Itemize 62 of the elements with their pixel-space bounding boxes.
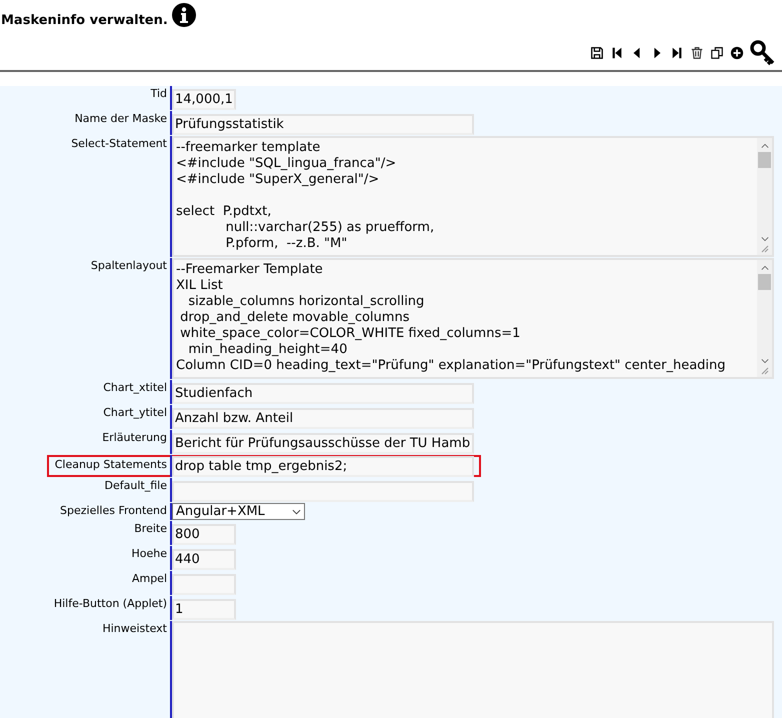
text-field[interactable]: 1 [172,599,236,620]
key-icon[interactable] [750,40,776,66]
field-label: Default_file [104,478,167,493]
text-field[interactable]: 800 [172,524,236,545]
resize-grip-icon[interactable] [760,367,768,375]
info-icon[interactable] [172,3,196,27]
code-line: XIL List [176,278,224,294]
save-icon[interactable] [590,46,604,60]
text-field[interactable]: Anzahl bzw. Anteil [172,408,474,429]
text-area[interactable] [172,258,774,379]
field-label: Chart_xtitel [103,380,167,395]
code-line: min_heading_height=40 [187,342,348,358]
code-line: drop_and_delete movable_columns [179,310,410,326]
text-field[interactable]: Studienfach [172,383,474,404]
last-record-icon[interactable] [670,46,684,60]
field-label: Hoehe [131,546,167,561]
resize-grip-icon[interactable] [760,245,768,253]
field-label: Hilfe-Button (Applet) [54,596,167,611]
field-label: Ampel [132,571,167,586]
code-line: <#include "SQL_lingua_franca"/> [176,156,398,172]
code-line: --freemarker template [176,140,322,156]
text-field[interactable]: Bericht für Prüfungsausschüsse der TU Hamb [172,433,474,454]
scroll-down-icon[interactable] [760,236,768,242]
code-line: white_space_color=COLOR_WHITE fixed_columns=1 [179,326,522,342]
code-line: --Freemarker Template [176,262,324,278]
text-field[interactable]: drop table tmp_ergebnis2; [172,456,474,476]
chevron-down-icon [292,508,301,514]
field-label: Cleanup Statements [46,455,170,477]
code-line: select P.pdtxt, [176,204,272,220]
code-line: sizable_columns horizontal_scrolling [187,294,426,310]
scroll-up-icon[interactable] [760,265,768,271]
text-field[interactable]: 440 [172,549,236,570]
field-label: Spezielles Frontend [60,503,167,518]
trash-icon[interactable] [690,46,704,60]
page-title: Maskeninfo verwalten. [1,13,168,29]
dropdown[interactable]: Angular+XML [172,503,305,520]
copy-icon[interactable] [710,46,724,60]
code-line: Column CID=0 heading_text="Prüfung" explanation="Prüfungstext" center_heading [176,358,727,374]
text-field[interactable]: 14,000,1 [172,89,236,110]
text-area[interactable]: --freemarker template <#include "SQL_lingua_franca"/> <#include "SuperX_general"/> select P.pdtxt, null::varchar(255) as pruefform, P.pform, --z.B. "M" [172,136,774,257]
field-label: Erläuterung [102,430,167,445]
text-field[interactable] [172,574,236,595]
field-label: Breite [134,521,167,536]
scrollbar[interactable] [757,138,772,255]
scrollbar[interactable] [757,260,772,377]
first-record-icon[interactable] [610,46,624,60]
code-line: null::varchar(255) as pruefform, [224,220,436,236]
scroll-down-icon[interactable] [760,358,768,364]
field-label: Tid [150,86,167,101]
code-line: P.pform, --z.B. "M" [224,236,348,252]
field-label: Spaltenlayout [90,258,167,273]
text-field[interactable] [172,481,474,502]
scroll-up-icon[interactable] [760,143,768,149]
field-label: Name der Maske [74,111,167,126]
scrollbar-thumb[interactable] [758,274,771,290]
code-line: <#include "SuperX_general"/> [176,172,380,188]
add-icon[interactable] [730,46,744,60]
field-label: Chart_ytitel [103,405,167,420]
scrollbar-thumb[interactable] [758,152,771,168]
text-field[interactable]: Prüfungsstatistik [172,114,474,135]
field-label: Select-Statement [71,136,167,151]
field-label: Hinweistext [102,621,167,636]
